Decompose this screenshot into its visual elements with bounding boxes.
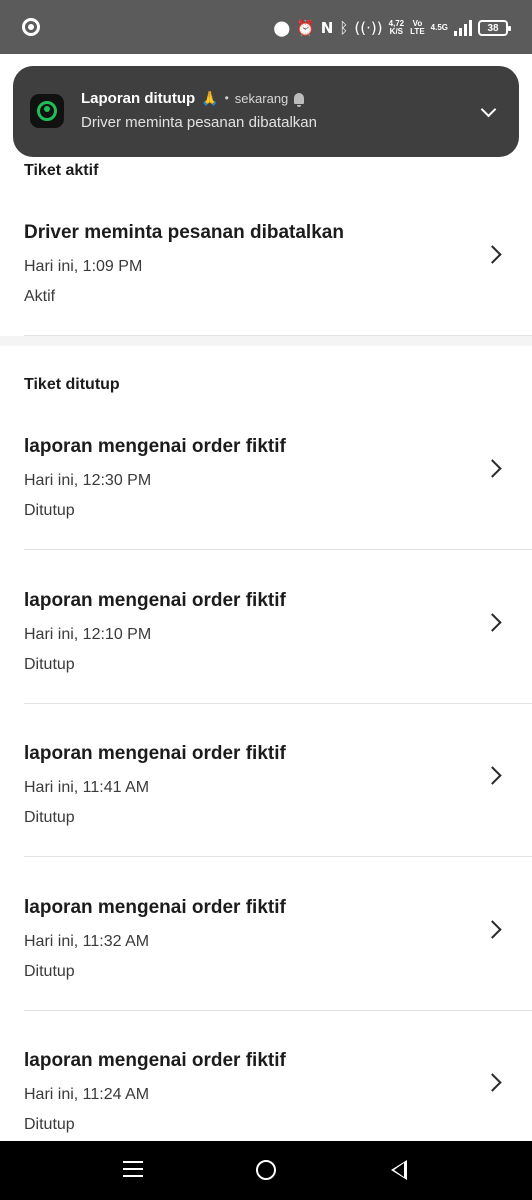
ticket-title: laporan mengenai order fiktif bbox=[24, 743, 286, 764]
net-speed-unit: K/S bbox=[389, 27, 404, 36]
volte-indicator: Vo LTE bbox=[410, 20, 425, 36]
ticket-item[interactable]: laporan mengenai order fiktif Hari ini, … bbox=[0, 743, 532, 843]
ticket-date: Hari ini, 11:32 AM bbox=[24, 933, 150, 950]
net-speed: 4,72 K/S bbox=[389, 20, 405, 36]
gojek-app-icon bbox=[30, 94, 64, 128]
network-type: 4.5G bbox=[431, 24, 448, 32]
bluetooth-icon: ᛒ bbox=[339, 19, 349, 37]
ticket-date: Hari ini, 12:30 PM bbox=[24, 472, 152, 489]
ticket-item[interactable]: laporan mengenai order fiktif Hari ini, … bbox=[0, 590, 532, 690]
chevron-right-icon bbox=[483, 920, 502, 939]
ticket-title: laporan mengenai order fiktif bbox=[24, 590, 286, 611]
ticket-status: Ditutup bbox=[24, 1116, 75, 1133]
ticket-title: laporan mengenai order fiktif bbox=[24, 436, 286, 457]
signal-icon bbox=[454, 20, 472, 36]
ticket-title: laporan mengenai order fiktif bbox=[24, 1050, 286, 1071]
status-bar: ⬤ ⏰ N ᛒ ((·)) 4,72 K/S Vo LTE 4.5G 38 bbox=[0, 0, 532, 54]
nfc-icon: N bbox=[320, 19, 334, 37]
network-type-label: 4.5G bbox=[430, 23, 448, 32]
battery-level: 38 bbox=[487, 22, 499, 34]
chevron-right-icon bbox=[483, 459, 502, 478]
ticket-status: Ditutup bbox=[24, 502, 75, 519]
section-header-active: Tiket aktif bbox=[24, 162, 99, 179]
notification-card[interactable]: Laporan ditutup 🙏 • sekarang Driver memi… bbox=[13, 66, 519, 157]
status-icons: ⬤ ⏰ N ᛒ ((·)) 4,72 K/S Vo LTE 4.5G 38 bbox=[273, 16, 511, 40]
ticket-item[interactable]: laporan mengenai order fiktif Hari ini, … bbox=[0, 436, 532, 536]
chevron-right-icon bbox=[483, 245, 502, 264]
pray-emoji: 🙏 bbox=[201, 89, 219, 106]
volte-bottom: LTE bbox=[410, 27, 425, 36]
ticket-item[interactable]: Driver meminta pesanan dibatalkan Hari i… bbox=[0, 222, 532, 322]
notification-separator: • bbox=[224, 91, 229, 105]
ticket-status: Ditutup bbox=[24, 809, 75, 826]
notification-body: Driver meminta pesanan dibatalkan bbox=[81, 114, 317, 131]
section-gap bbox=[0, 336, 532, 346]
bell-icon bbox=[294, 92, 305, 107]
chevron-right-icon bbox=[483, 1073, 502, 1092]
ticket-status: Ditutup bbox=[24, 656, 75, 673]
home-icon[interactable] bbox=[256, 1160, 276, 1180]
divider bbox=[24, 549, 532, 550]
system-nav-bar bbox=[0, 1141, 532, 1200]
ticket-title: Driver meminta pesanan dibatalkan bbox=[24, 222, 344, 243]
ticket-date: Hari ini, 1:09 PM bbox=[24, 258, 143, 275]
divider bbox=[24, 703, 532, 704]
divider bbox=[24, 856, 532, 857]
chevron-right-icon bbox=[483, 613, 502, 632]
back-icon[interactable] bbox=[391, 1160, 407, 1180]
chevron-down-icon[interactable] bbox=[480, 101, 497, 118]
battery-icon: 38 bbox=[478, 20, 511, 36]
app-status-icon bbox=[22, 18, 40, 36]
notification-time: sekarang bbox=[234, 90, 289, 106]
ticket-item[interactable]: laporan mengenai order fiktif Hari ini, … bbox=[0, 897, 532, 997]
ticket-status: Ditutup bbox=[24, 963, 75, 980]
hotspot-icon: ((·)) bbox=[354, 19, 383, 37]
section-header-closed: Tiket ditutup bbox=[24, 376, 120, 393]
ticket-item[interactable]: laporan mengenai order fiktif Hari ini, … bbox=[0, 1050, 532, 1140]
location-icon: ⬤ bbox=[273, 19, 291, 37]
ticket-title: laporan mengenai order fiktif bbox=[24, 897, 286, 918]
notification-header: Laporan ditutup 🙏 • sekarang bbox=[81, 88, 305, 108]
ticket-status: Aktif bbox=[24, 288, 56, 305]
menu-icon[interactable] bbox=[123, 1161, 143, 1177]
ticket-date: Hari ini, 11:24 AM bbox=[24, 1086, 150, 1103]
ticket-date: Hari ini, 12:10 PM bbox=[24, 626, 152, 643]
ticket-date: Hari ini, 11:41 AM bbox=[24, 779, 150, 796]
notification-title: Laporan ditutup bbox=[81, 89, 196, 107]
alarm-icon: ⏰ bbox=[296, 19, 315, 37]
divider bbox=[24, 1010, 532, 1011]
chevron-right-icon bbox=[483, 766, 502, 785]
